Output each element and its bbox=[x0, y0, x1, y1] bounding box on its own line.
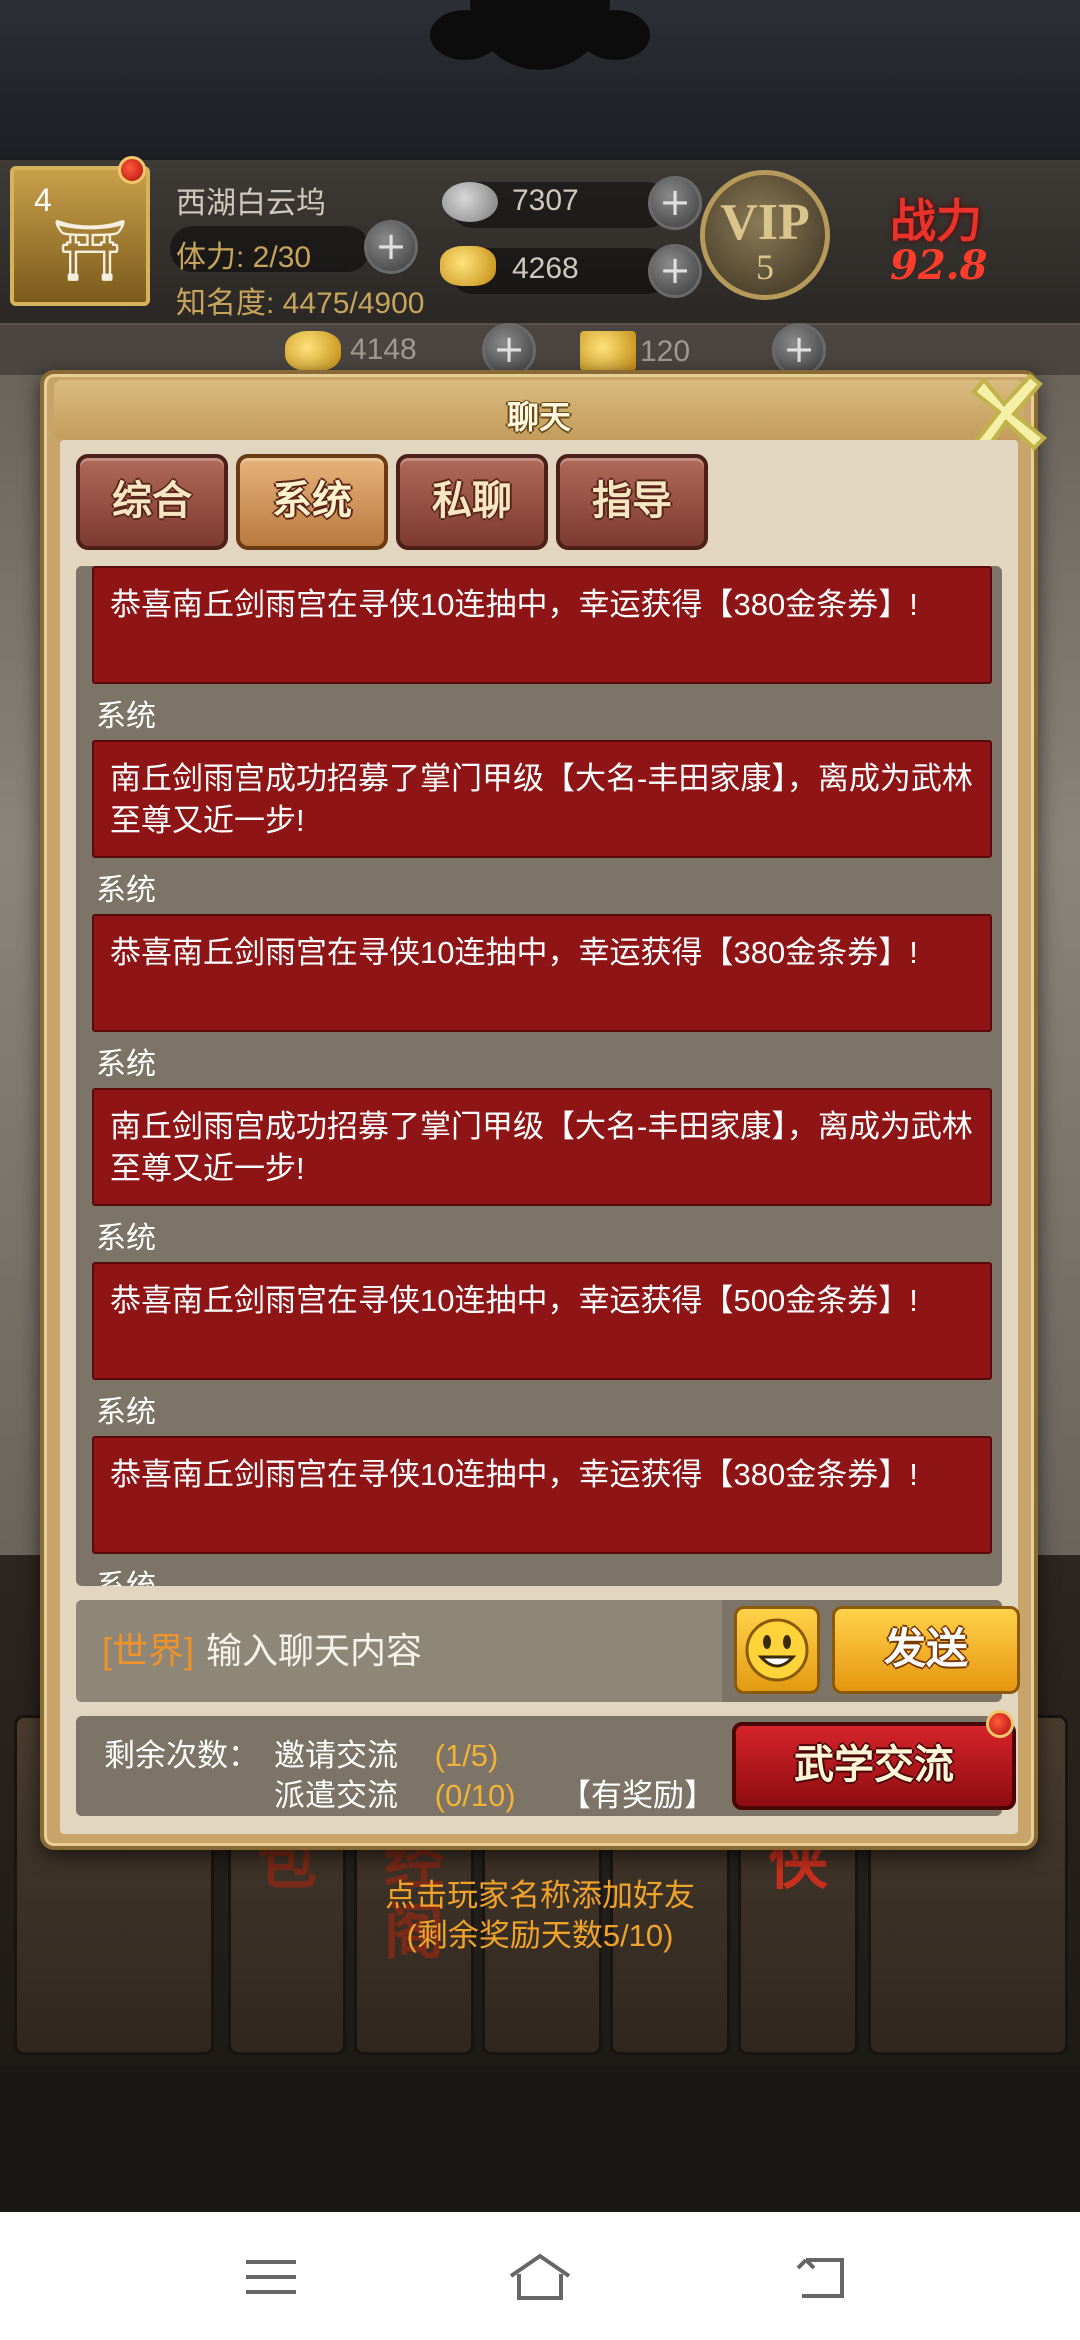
home-icon[interactable] bbox=[505, 2242, 575, 2312]
notification-dot bbox=[986, 1710, 1014, 1738]
power-value: 92.8 bbox=[890, 242, 988, 289]
reward-label: 【有奖励】 bbox=[560, 1778, 715, 1813]
tab-guide[interactable]: 指导 bbox=[556, 454, 708, 550]
location-name: 西湖白云坞 bbox=[176, 187, 326, 220]
message-sender[interactable]: 系统 bbox=[76, 858, 1002, 914]
message-list[interactable]: 恭喜南丘剑雨宫在寻侠10连抽中，幸运获得【380金条券】! 系统 南丘剑雨宫成功… bbox=[76, 566, 1002, 1586]
vip-level: 5 bbox=[756, 247, 774, 287]
avatar-level: 4 bbox=[34, 182, 52, 218]
dispatch-count: (0/10) bbox=[434, 1778, 516, 1813]
chat-dialog: 聊天 综合 系统 私聊 指导 恭喜南丘剑雨宫在寻侠10连抽中，幸运获得【380金… bbox=[40, 370, 1047, 1850]
dispatch-exchange: 派遣交流 (0/10) bbox=[274, 1770, 516, 1815]
vip-badge[interactable]: VIP 5 bbox=[700, 170, 830, 300]
message-bubble: 恭喜南丘剑雨宫在寻侠10连抽中，幸运获得【380金条券】! bbox=[92, 566, 992, 684]
message-bubble: 恭喜南丘剑雨宫在寻侠10连抽中，幸运获得【380金条券】! bbox=[92, 1436, 992, 1554]
tab-system[interactable]: 系统 bbox=[236, 454, 388, 550]
menu-icon[interactable] bbox=[236, 2242, 306, 2312]
stamina-text: 体力: 2/30 bbox=[176, 241, 312, 274]
smiley-icon bbox=[745, 1618, 809, 1682]
chat-input-row: [世界] 输入聊天内容 发送 bbox=[76, 1600, 1020, 1702]
top-background bbox=[0, 0, 1080, 160]
invite-label: 邀请交流 bbox=[274, 1738, 398, 1773]
avatar[interactable]: 4 ⛩ bbox=[10, 166, 150, 306]
tab-private[interactable]: 私聊 bbox=[396, 454, 548, 550]
tab-general[interactable]: 综合 bbox=[76, 454, 228, 550]
add-friend-hint-line1: 点击玩家名称添加好友 bbox=[385, 1878, 695, 1913]
martial-exchange-row: 剩余次数： 邀请交流 (1/5) 派遣交流 (0/10) 【有奖励】 武学交流 bbox=[76, 1710, 1016, 1816]
dialog-title: 聊天 bbox=[506, 398, 571, 436]
top-hud: 4 ⛩ 西湖白云坞 体力: 2/30 + 知名度: 4475/4900 7307… bbox=[0, 156, 1080, 325]
gold-icon bbox=[440, 246, 496, 286]
message-bubble: 南丘剑雨宫成功招募了掌门甲级【大名-丰田家康】，离成为武林至尊又近一步! bbox=[92, 740, 992, 858]
message-bubble: 恭喜南丘剑雨宫在寻侠10连抽中，幸运获得【500金条券】! bbox=[92, 1262, 992, 1380]
dispatch-label: 派遣交流 bbox=[274, 1778, 398, 1813]
vip-label: VIP bbox=[720, 194, 810, 251]
messages-scroll: 恭喜南丘剑雨宫在寻侠10连抽中，幸运获得【380金条券】! 系统 南丘剑雨宫成功… bbox=[76, 566, 1002, 1586]
jade-icon bbox=[580, 331, 636, 371]
message-sender[interactable]: 系统 bbox=[76, 1206, 1002, 1262]
message-sender[interactable]: 系统 bbox=[76, 1032, 1002, 1088]
pagoda-icon: ⛩ bbox=[52, 216, 129, 286]
message-sender[interactable]: 系统 bbox=[76, 1380, 1002, 1436]
ingot-icon bbox=[285, 331, 341, 371]
invite-count: (1/5) bbox=[434, 1738, 499, 1773]
remaining-label: 剩余次数： bbox=[104, 1738, 259, 1773]
fame-text: 知名度: 4475/4900 bbox=[176, 287, 425, 320]
silver-amount: 7307 bbox=[512, 184, 579, 217]
send-button[interactable]: 发送 bbox=[832, 1606, 1020, 1694]
add-gold-button[interactable]: + bbox=[648, 244, 702, 298]
chat-input-placeholder: 输入聊天内容 bbox=[206, 1630, 423, 1671]
message-sender[interactable]: 系统 bbox=[76, 1554, 1002, 1586]
emoji-button[interactable] bbox=[734, 1606, 820, 1694]
invite-exchange: 邀请交流 (1/5) bbox=[274, 1730, 498, 1775]
roof-ornament bbox=[430, 0, 650, 70]
chat-input[interactable]: [世界] 输入聊天内容 bbox=[76, 1600, 722, 1702]
add-friend-hint-line2: (剩余奖励天数5/10) bbox=[406, 1918, 674, 1953]
message-bubble: 恭喜南丘剑雨宫在寻侠10连抽中，幸运获得【380金条券】! bbox=[92, 914, 992, 1032]
notification-dot bbox=[118, 156, 146, 184]
system-navigation-bar bbox=[0, 2212, 1080, 2340]
add-silver-button[interactable]: + bbox=[648, 176, 702, 230]
silver-icon bbox=[442, 182, 498, 222]
secondary-currency-bar: 4148 + 120 + bbox=[0, 323, 1080, 377]
add-jade-button[interactable]: + bbox=[772, 323, 826, 377]
gold-amount: 4268 bbox=[512, 252, 579, 285]
jade-amount: 120 bbox=[640, 335, 691, 368]
message-bubble: 南丘剑雨宫成功招募了掌门甲级【大名-丰田家康】，离成为武林至尊又近一步! bbox=[92, 1088, 992, 1206]
back-icon[interactable] bbox=[788, 2242, 858, 2312]
martial-exchange-button[interactable]: 武学交流 bbox=[732, 1722, 1016, 1810]
ingot-amount: 4148 bbox=[350, 333, 417, 366]
add-stamina-button[interactable]: + bbox=[364, 220, 418, 274]
dialog-title-bar: 聊天 bbox=[54, 380, 1024, 440]
add-friend-hint: 点击玩家名称添加好友 (剩余奖励天数5/10) bbox=[0, 1876, 1080, 1956]
add-ingot-button[interactable]: + bbox=[482, 323, 536, 377]
message-sender[interactable]: 系统 bbox=[76, 684, 1002, 740]
dialog-body: 综合 系统 私聊 指导 恭喜南丘剑雨宫在寻侠10连抽中，幸运获得【380金条券】… bbox=[60, 440, 1020, 1834]
channel-selector[interactable]: [世界] bbox=[102, 1630, 194, 1671]
